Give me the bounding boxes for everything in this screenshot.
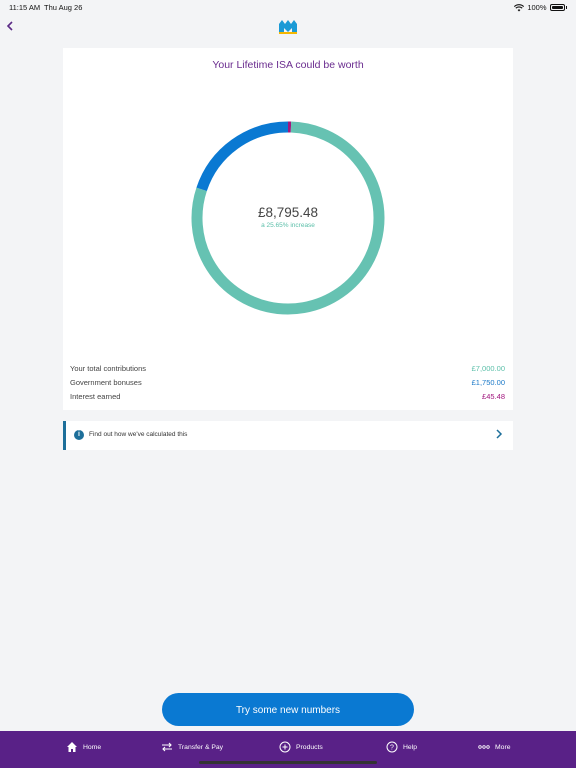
- tab-more[interactable]: More: [478, 740, 511, 754]
- status-time: 11:15 AM: [9, 3, 41, 12]
- status-date: Thu Aug 26: [44, 3, 83, 12]
- tab-home[interactable]: Home: [66, 740, 101, 754]
- more-icon: [478, 741, 490, 753]
- home-icon: [66, 741, 78, 753]
- status-right: 100%: [514, 3, 567, 12]
- tab-label: Transfer & Pay: [178, 743, 224, 751]
- transfer-icon: [161, 741, 173, 753]
- card-title: Your Lifetime ISA could be worth: [212, 59, 364, 71]
- help-icon: ?: [386, 741, 398, 753]
- battery-tip: [565, 6, 567, 9]
- plus-circle-icon: [279, 741, 291, 753]
- row-value: £45.48: [482, 391, 505, 401]
- row-label: Your total contributions: [70, 363, 147, 373]
- row-government-bonuses: Government bonuses £1,750.00: [70, 375, 505, 389]
- try-new-numbers-button[interactable]: Try some new numbers: [162, 693, 414, 726]
- tab-products[interactable]: Products: [279, 740, 323, 754]
- tab-label: Home: [83, 743, 102, 751]
- tab-transfer-pay[interactable]: Transfer & Pay: [161, 740, 223, 754]
- brand-logo-icon: [279, 20, 297, 34]
- back-button[interactable]: [4, 20, 18, 34]
- home-indicator: [199, 761, 377, 764]
- row-interest-earned: Interest earned £45.48: [70, 389, 505, 403]
- tab-help[interactable]: ? Help: [386, 740, 417, 754]
- status-bar: 11:15 AM Thu Aug 26 100%: [0, 0, 576, 14]
- row-value: £7,000.00: [471, 363, 505, 373]
- nav-bar: [0, 14, 576, 42]
- lifetime-isa-card: Your Lifetime ISA could be worth £8,795.…: [63, 48, 513, 410]
- breakdown-list: Your total contributions £7,000.00 Gover…: [70, 361, 505, 403]
- row-value: £1,750.00: [471, 377, 505, 387]
- battery-percent: 100%: [527, 3, 547, 12]
- increase-text: a 25.65% increase: [261, 222, 315, 229]
- tab-label: More: [495, 743, 511, 751]
- tab-label: Products: [296, 743, 323, 751]
- chevron-right-icon: [495, 428, 503, 443]
- battery-icon: [549, 4, 565, 11]
- slice-government-bonuses: [196, 121, 289, 192]
- info-text: Find out how we've calculated this: [89, 431, 188, 438]
- tab-label: Help: [403, 743, 417, 751]
- projected-total: £8,795.48: [257, 205, 319, 220]
- info-icon: i: [74, 430, 84, 440]
- chevron-left-icon: [6, 21, 13, 31]
- wifi-icon: [514, 3, 525, 11]
- row-contributions: Your total contributions £7,000.00: [70, 361, 505, 375]
- row-label: Interest earned: [70, 391, 121, 401]
- how-calculated-link[interactable]: i Find out how we've calculated this: [63, 421, 513, 450]
- svg-text:?: ?: [390, 745, 394, 752]
- row-label: Government bonuses: [70, 377, 142, 387]
